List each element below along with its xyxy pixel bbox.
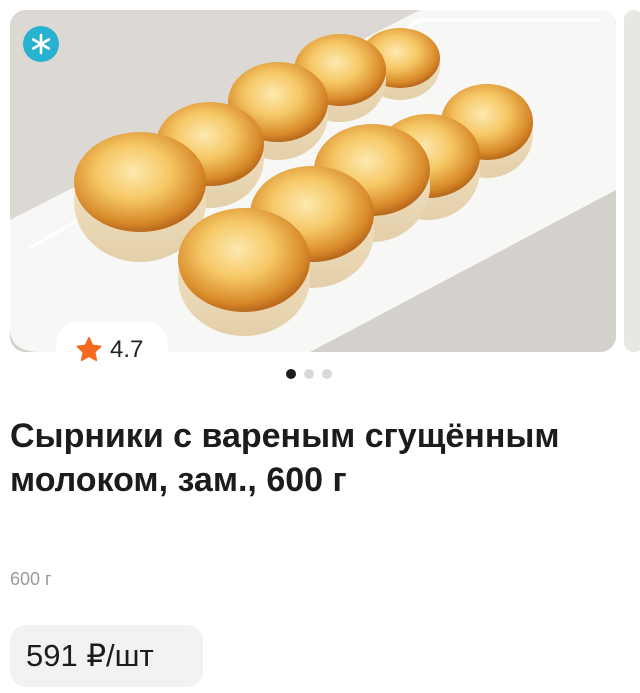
gallery-dot-3[interactable] <box>322 369 332 379</box>
gallery-dot-1[interactable] <box>286 369 296 379</box>
product-photo <box>10 10 616 352</box>
snowflake-icon <box>31 33 51 55</box>
product-weight: 600 г <box>10 569 52 589</box>
star-icon <box>76 337 102 362</box>
rating-value: 4.7 <box>110 336 144 363</box>
gallery-pagination <box>286 369 332 379</box>
price-value: 591 ₽/шт <box>26 638 154 673</box>
rating-badge: 4.7 <box>56 322 168 378</box>
product-title: Сырники с вареным сгущённым молоком, зам… <box>10 417 560 499</box>
gallery-dot-2[interactable] <box>304 369 314 379</box>
next-gallery-card-peek[interactable] <box>624 10 640 352</box>
price-badge: 591 ₽/шт <box>10 625 203 687</box>
frozen-badge <box>23 26 59 62</box>
product-image-gallery[interactable] <box>10 10 616 352</box>
